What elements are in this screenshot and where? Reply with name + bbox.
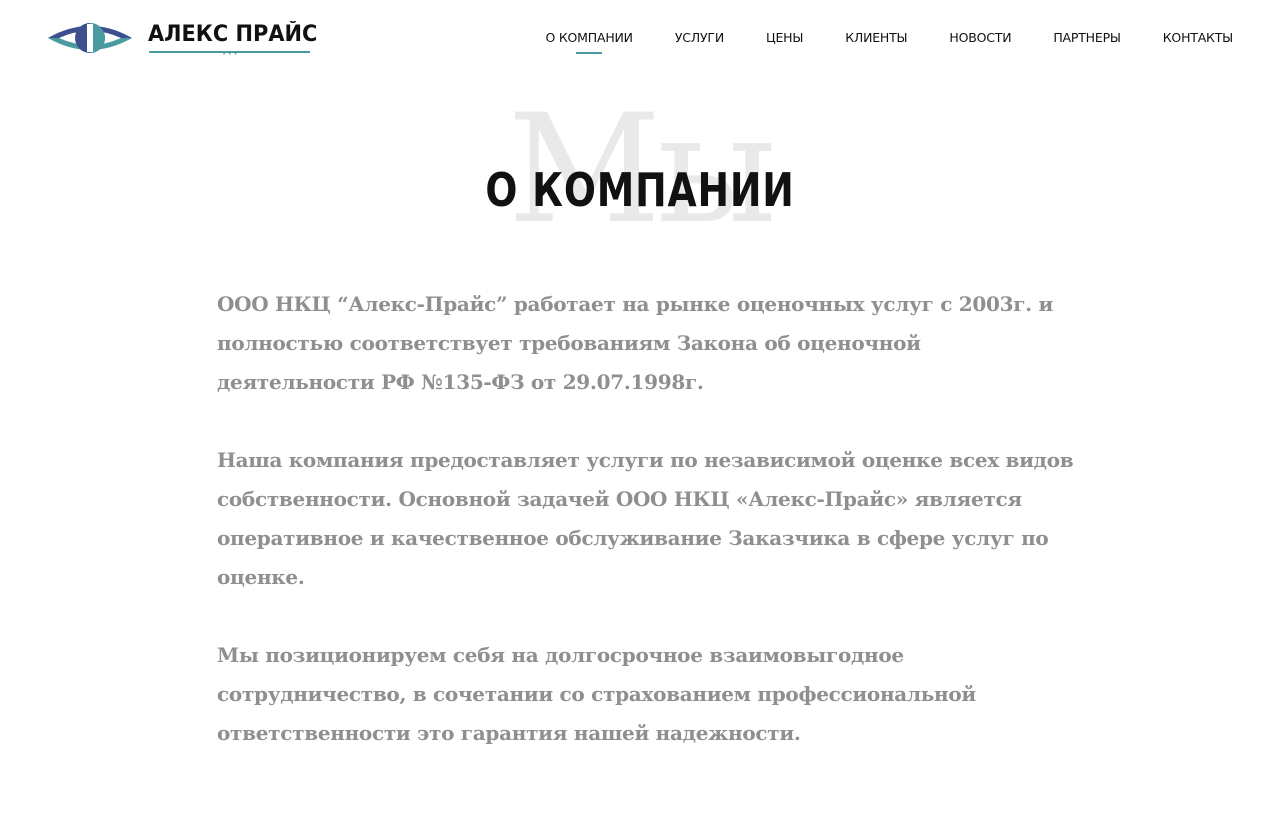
nav-item-news[interactable]: НОВОСТИ xyxy=(949,28,1011,48)
about-paragraph-1: ООО НКЦ “Алекс-Прайс” работает на рынке … xyxy=(217,292,1054,394)
logo-dots: • • • xyxy=(223,52,238,58)
logo-link[interactable]: АЛЕКС ПРАЙС • • • xyxy=(47,18,317,58)
site-header: АЛЕКС ПРАЙС • • • О КОМПАНИИ УСЛУГИ ЦЕНЫ… xyxy=(0,0,1280,80)
section-title-block: Мы О КОМПАНИИ xyxy=(0,95,1280,245)
nav-item-partners[interactable]: ПАРТНЕРЫ xyxy=(1053,28,1121,48)
main-nav: О КОМПАНИИ УСЛУГИ ЦЕНЫ КЛИЕНТЫ НОВОСТИ П… xyxy=(545,28,1233,54)
about-paragraph-3: Мы позиционируем себя на долгосрочное вз… xyxy=(217,643,976,745)
nav-item-contacts[interactable]: КОНТАКТЫ xyxy=(1163,28,1233,48)
about-paragraph-2: Наша компания предоставляет услуги по не… xyxy=(217,448,1074,589)
page-title: О КОМПАНИИ xyxy=(485,163,795,217)
eye-logo-icon xyxy=(48,23,132,53)
nav-item-prices[interactable]: ЦЕНЫ xyxy=(766,28,803,48)
about-content: ООО НКЦ “Алекс-Прайс” работает на рынке … xyxy=(217,285,1077,792)
nav-item-clients[interactable]: КЛИЕНТЫ xyxy=(845,28,907,48)
nav-item-services[interactable]: УСЛУГИ xyxy=(675,28,724,48)
nav-item-about[interactable]: О КОМПАНИИ xyxy=(545,28,633,54)
logo-wordmark: АЛЕКС ПРАЙС xyxy=(148,22,318,47)
